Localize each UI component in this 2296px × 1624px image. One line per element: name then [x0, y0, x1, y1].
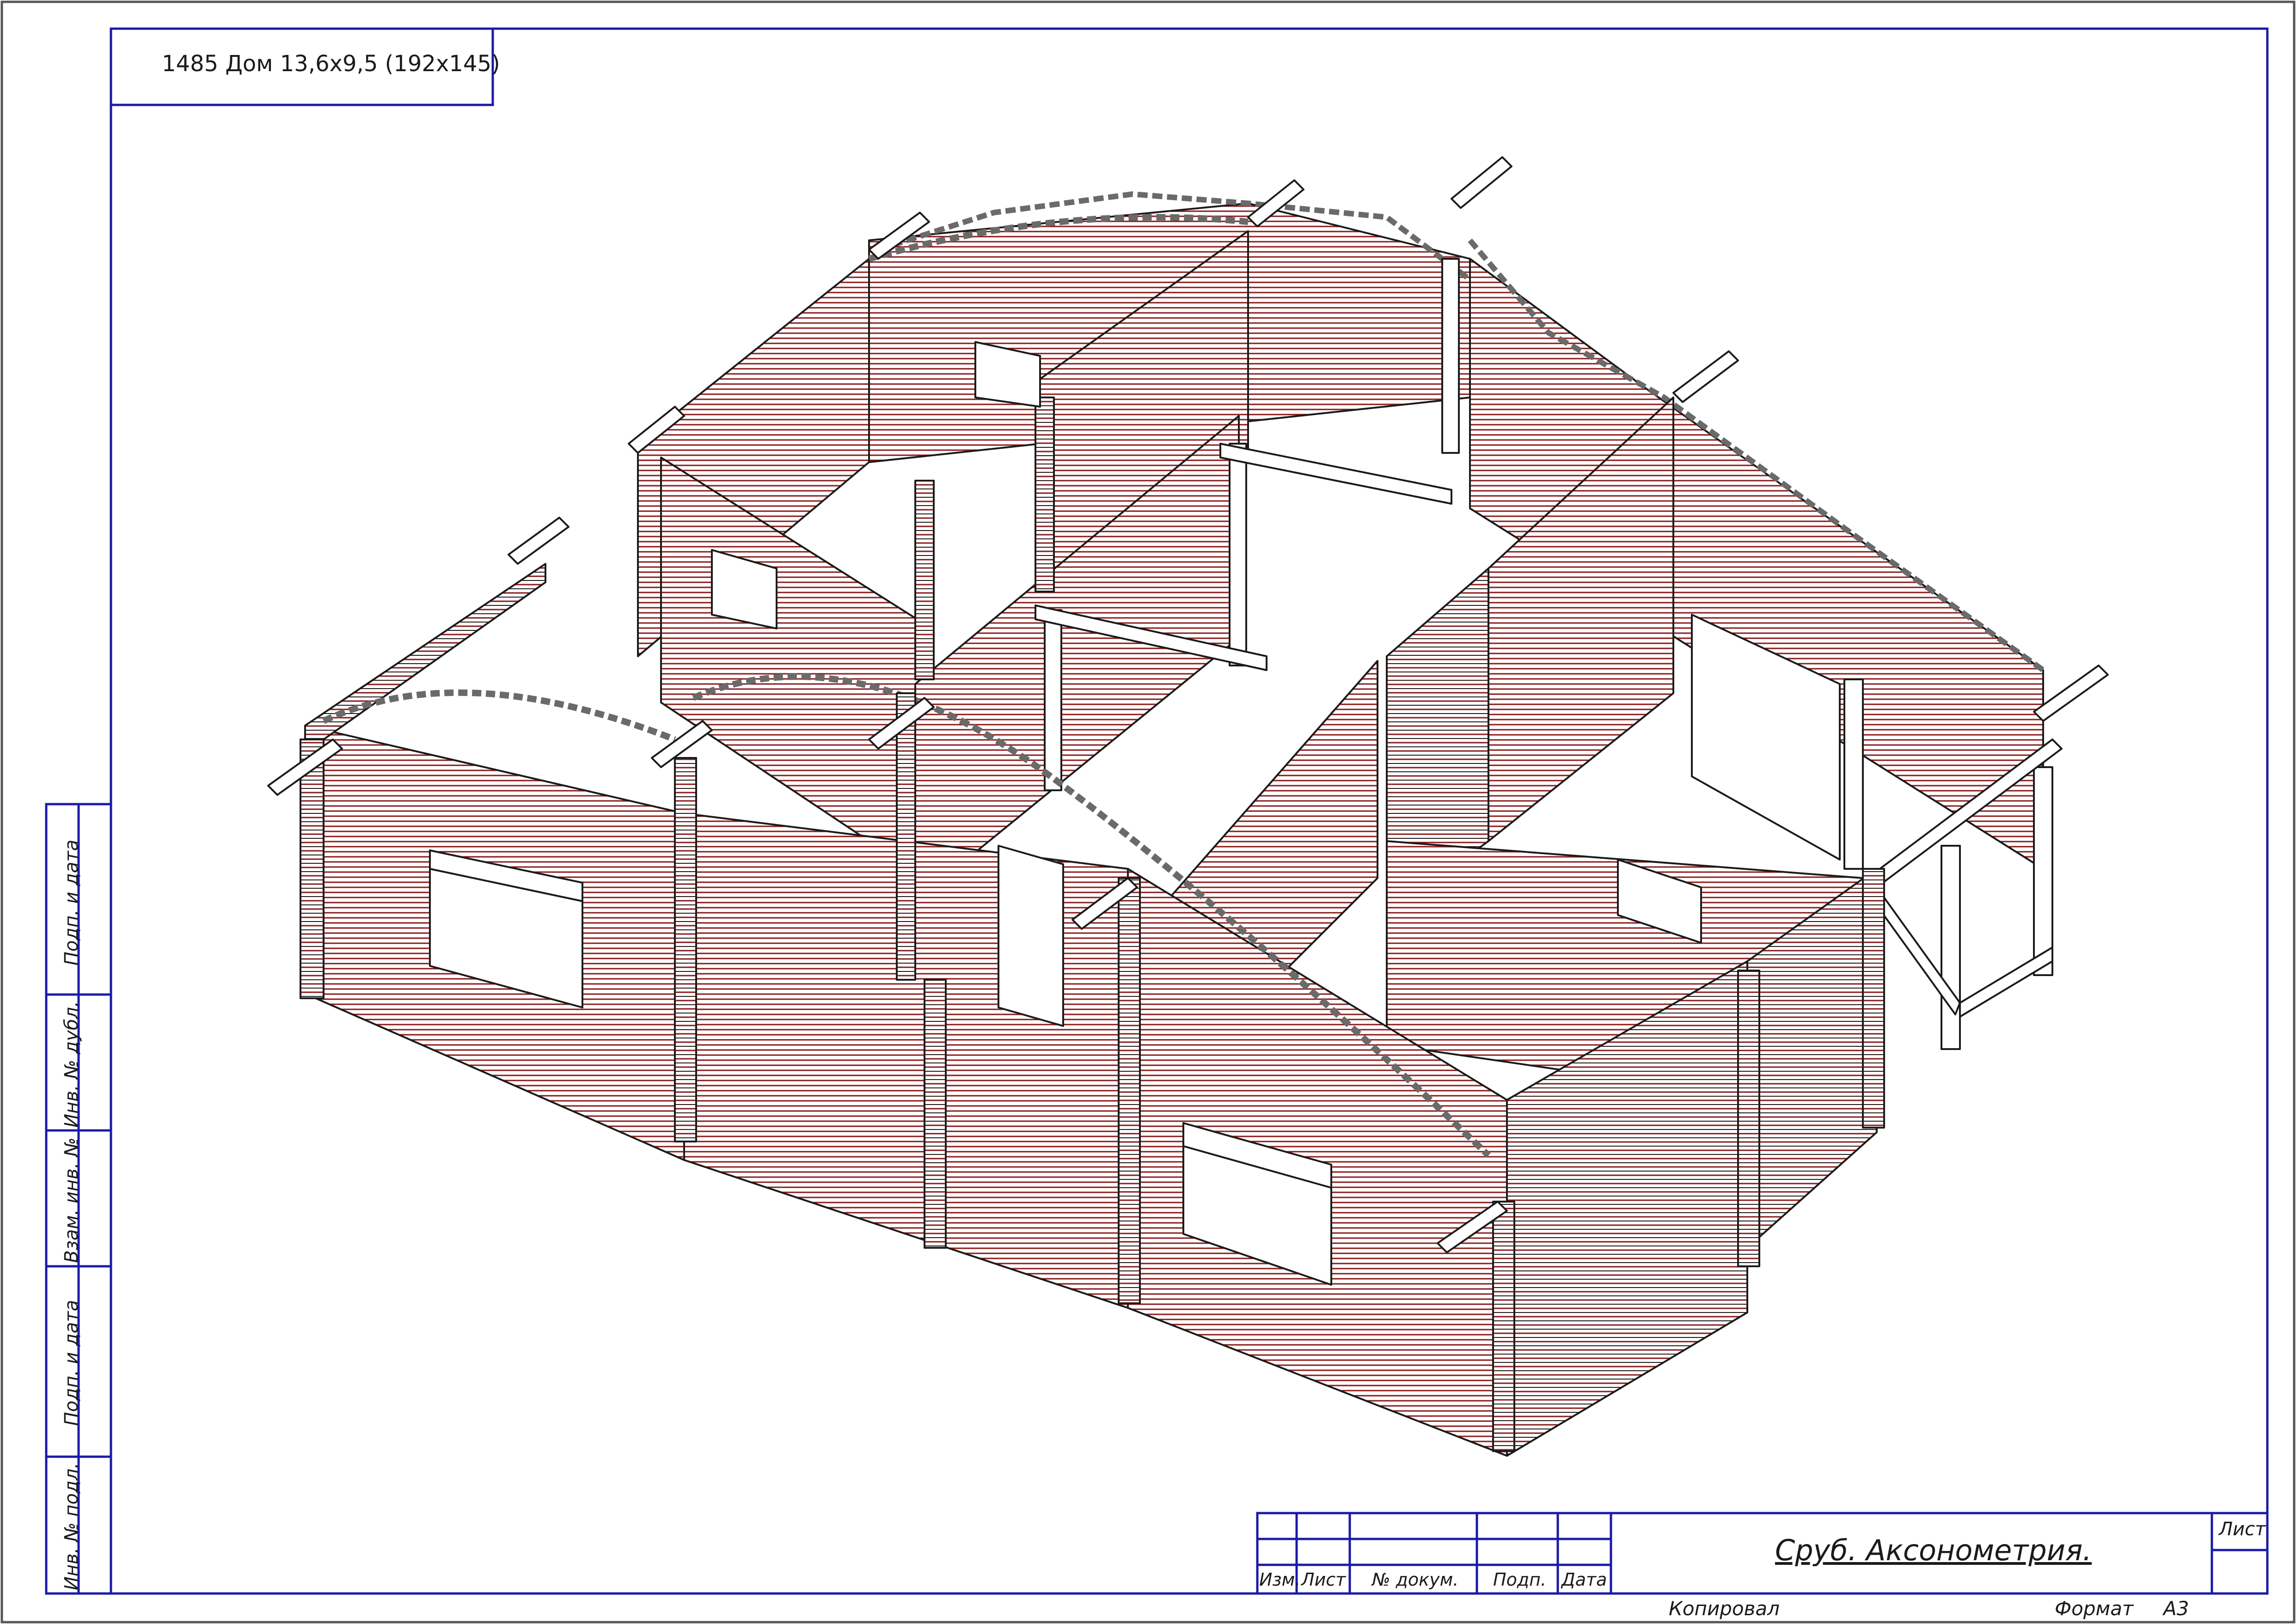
drawing-sheet — [0, 0, 2296, 1624]
stamp-label-inv-orig: Инв. № подл. — [61, 1463, 82, 1590]
format-value: А3 — [2163, 1597, 2189, 1620]
stamp-label-sign-date-2: Подп. и дата — [61, 1300, 82, 1426]
col-izm: Изм. — [1259, 1569, 1301, 1590]
log-house-axonometry — [267, 156, 2109, 1457]
drawing-title: Сруб. Аксонометрия. — [1775, 1533, 2092, 1567]
stamp-label-sign-date-1: Подп. и дата — [61, 839, 82, 966]
header-title: 1485 Дом 13,6х9,5 (192х145) — [162, 51, 500, 77]
stamp-label-repl-inv: Взам. инв. № — [61, 1137, 82, 1263]
window-middle — [998, 845, 1064, 1027]
col-doc-number: № докум. — [1372, 1569, 1459, 1590]
col-sign: Подп. — [1493, 1569, 1547, 1590]
copied-by-label: Копировал — [1669, 1597, 1780, 1620]
col-date: Дата — [1561, 1569, 1607, 1590]
stamp-label-inv-dup: Инв. № дубл. — [61, 1001, 82, 1128]
sheet-label: Лист — [2219, 1519, 2266, 1540]
front-gable-arc-1 — [322, 689, 676, 743]
col-list: Лист — [1301, 1569, 1346, 1590]
format-label: Формат — [2055, 1597, 2134, 1620]
